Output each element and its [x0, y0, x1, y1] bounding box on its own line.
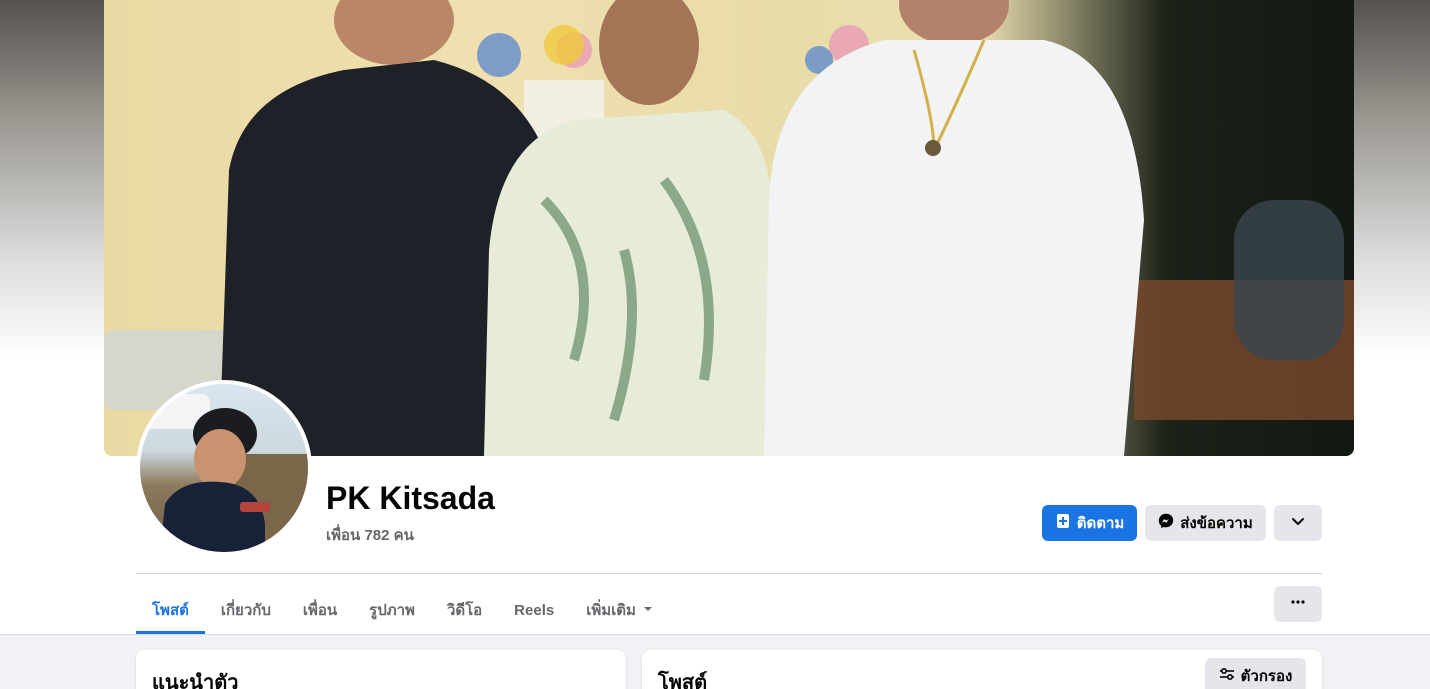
friends-count[interactable]: เพื่อน 782 คน — [326, 523, 414, 547]
tab-photos[interactable]: รูปภาพ — [353, 586, 431, 634]
profile-picture-ring — [136, 380, 312, 556]
follow-button-label: ติดตาม — [1076, 515, 1125, 532]
follow-button[interactable]: ติดตาม — [1042, 505, 1137, 541]
header-bottom-border — [0, 634, 1430, 635]
tabs-more-options-button[interactable] — [1274, 586, 1322, 622]
filter-button[interactable]: ตัวกรอง — [1205, 658, 1306, 689]
tab-more[interactable]: เพิ่มเติม — [570, 586, 670, 634]
message-button[interactable]: ส่งข้อความ — [1145, 505, 1266, 541]
tab-about[interactable]: เกี่ยวกับ — [205, 586, 287, 634]
tab-label: Reels — [514, 601, 555, 619]
tab-label: วิดีโอ — [446, 602, 483, 619]
filter-sliders-icon — [1219, 666, 1235, 686]
tab-label: เพื่อน — [302, 602, 338, 619]
filter-button-label: ตัวกรอง — [1240, 668, 1293, 685]
posts-card: โพสต์ ตัวกรอง — [642, 650, 1322, 689]
tab-videos[interactable]: วิดีโอ — [431, 586, 498, 634]
header-divider — [136, 573, 1322, 574]
intro-card: แนะนำตัว — [136, 650, 626, 689]
profile-picture[interactable] — [140, 384, 308, 552]
tab-label: รูปภาพ — [369, 602, 415, 619]
cover-photo-illustration — [104, 0, 1354, 456]
profile-tabs: โพสต์ เกี่ยวกับ เพื่อน รูปภาพ วิดีโอ Ree… — [136, 586, 670, 634]
profile-picture-illustration — [140, 394, 308, 552]
follow-plus-icon — [1055, 513, 1071, 533]
tab-label: โพสต์ — [152, 602, 189, 619]
tab-label: เกี่ยวกับ — [220, 602, 271, 619]
chevron-down-icon — [1290, 513, 1306, 533]
message-button-label: ส่งข้อความ — [1180, 515, 1253, 532]
cover-photo[interactable] — [104, 0, 1354, 456]
dropdown-caret-icon — [642, 602, 654, 619]
profile-name: PK Kitsada — [326, 480, 495, 516]
tab-label: เพิ่มเติม — [586, 602, 636, 619]
tab-friends[interactable]: เพื่อน — [287, 586, 353, 634]
more-dots-icon — [1290, 594, 1306, 615]
tab-reels[interactable]: Reels — [498, 586, 570, 634]
messenger-icon — [1158, 513, 1174, 533]
posts-card-title: โพสต์ — [658, 672, 708, 689]
profile-more-button[interactable] — [1274, 505, 1322, 541]
tab-posts[interactable]: โพสต์ — [136, 586, 205, 634]
intro-card-title: แนะนำตัว — [152, 672, 239, 689]
